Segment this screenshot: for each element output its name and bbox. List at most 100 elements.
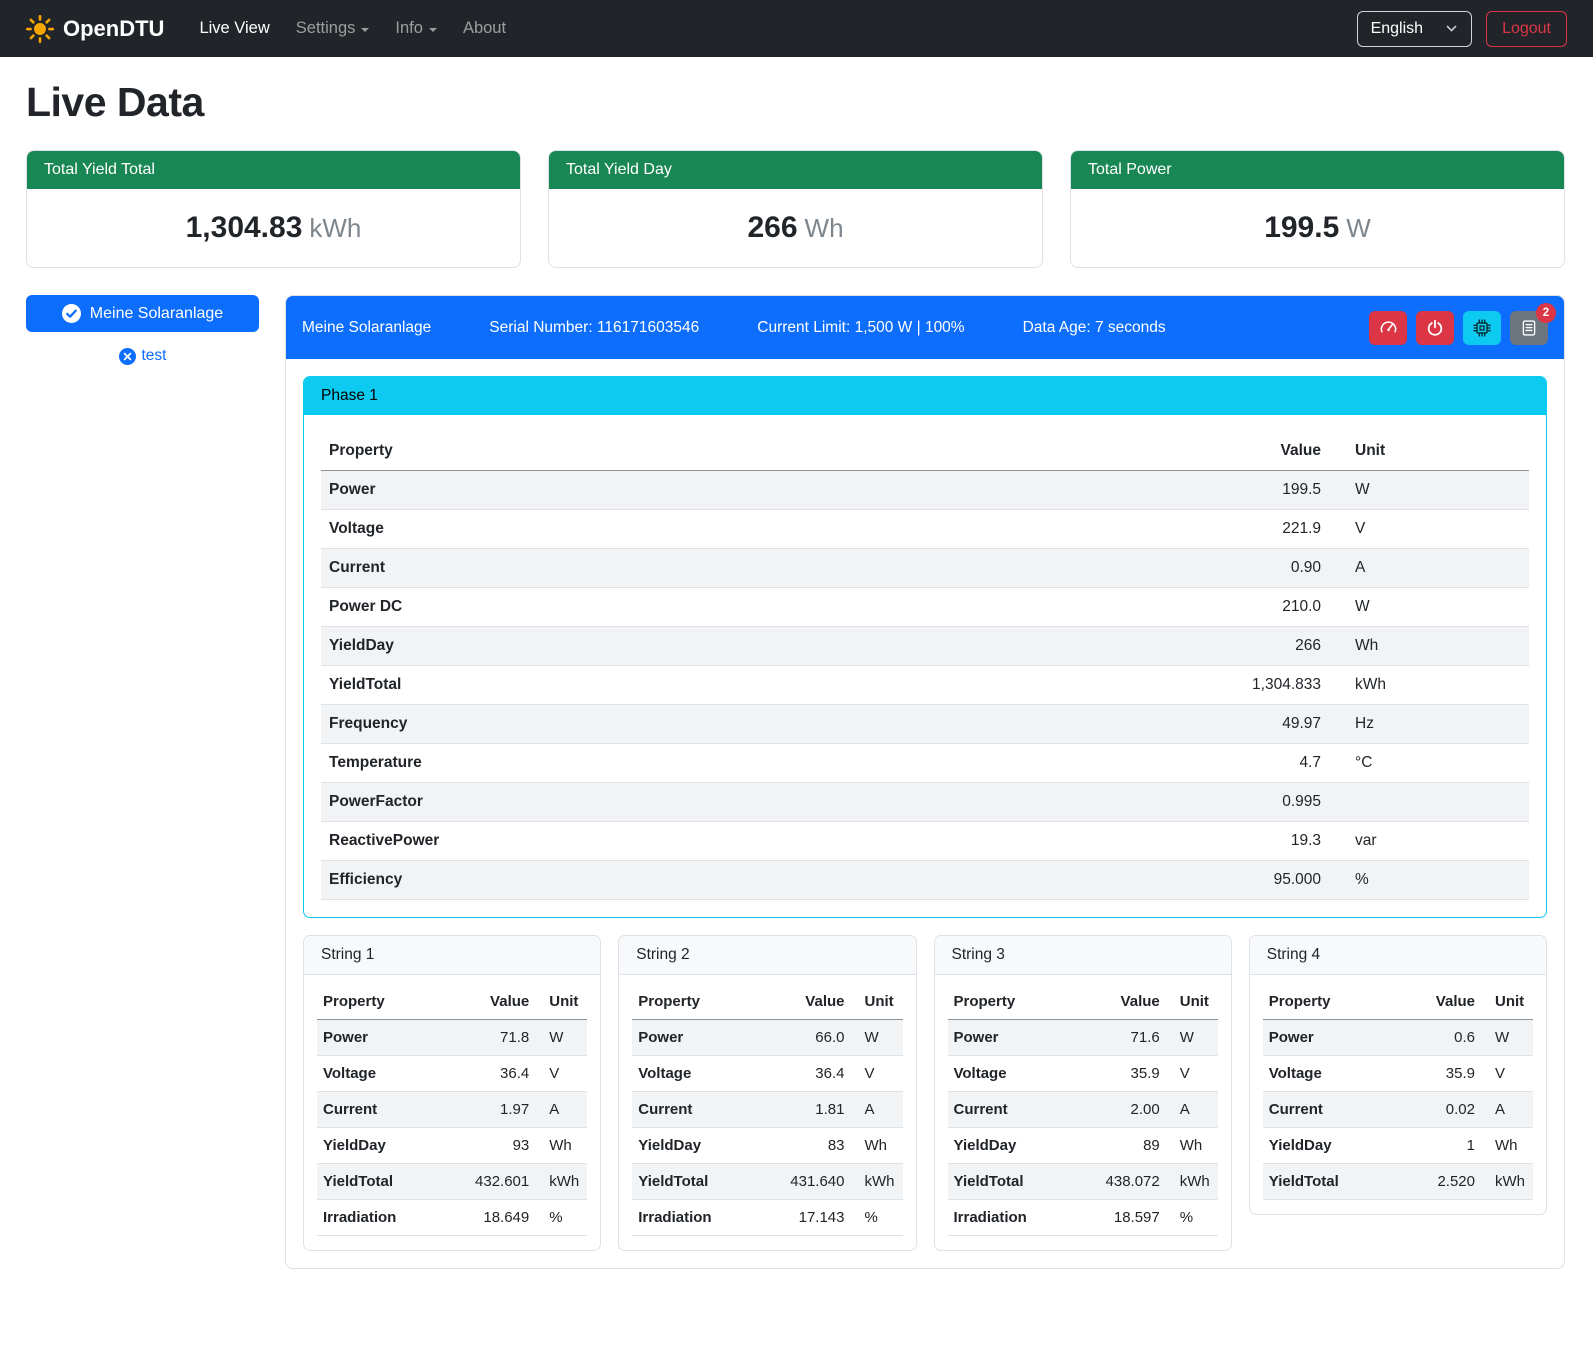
column-header-value: Value — [449, 984, 535, 1020]
table-row: YieldTotal432.601kWh — [317, 1164, 587, 1200]
unit-cell: A — [1166, 1092, 1218, 1128]
cpu-icon — [1473, 319, 1491, 337]
event-log-button[interactable]: 2 — [1510, 311, 1548, 345]
property-cell: YieldDay — [317, 1128, 449, 1164]
card-unit: W — [1346, 213, 1371, 243]
string-title: String 1 — [304, 936, 600, 975]
x-circle-icon — [119, 348, 136, 365]
table-row: Current1.97A — [317, 1092, 587, 1128]
table-row: YieldTotal1,304.833kWh — [321, 666, 1529, 705]
card-total-power: Total Power 199.5W — [1070, 150, 1565, 268]
caret-down-icon — [429, 28, 437, 32]
column-header-unit: Unit — [1481, 984, 1533, 1020]
property-cell: YieldDay — [632, 1128, 764, 1164]
language-select[interactable]: English — [1357, 11, 1472, 47]
unit-cell: Hz — [1329, 705, 1529, 744]
property-cell: Voltage — [1263, 1056, 1395, 1092]
value-cell: 1.97 — [449, 1092, 535, 1128]
inverter-panel-header: Meine Solaranlage Serial Number: 1161716… — [286, 296, 1564, 359]
nav-item-settings[interactable]: Settings — [283, 11, 383, 46]
string-4-table: Property Value Unit Power0.6WVoltage35.9… — [1263, 984, 1533, 1200]
unit-cell: kWh — [535, 1164, 587, 1200]
phase-1-card: Phase 1 Property Value Unit Power199.5WV… — [303, 376, 1547, 918]
summary-cards: Total Yield Total 1,304.83kWh Total Yiel… — [26, 150, 1565, 268]
inverter-name: Meine Solaranlage — [302, 319, 431, 337]
nav-item-about[interactable]: About — [450, 11, 519, 46]
unit-cell: W — [1481, 1020, 1533, 1056]
value-cell: 432.601 — [449, 1164, 535, 1200]
table-row: PowerFactor0.995 — [321, 783, 1529, 822]
column-header-unit: Unit — [851, 984, 903, 1020]
table-row: Power71.8W — [317, 1020, 587, 1056]
property-cell: Efficiency — [321, 861, 1189, 900]
table-row: ReactivePower19.3var — [321, 822, 1529, 861]
test-label: test — [142, 347, 167, 365]
property-cell: Current — [317, 1092, 449, 1128]
column-header-property: Property — [321, 432, 1189, 471]
device-info-button[interactable] — [1463, 311, 1501, 345]
table-row: Irradiation17.143% — [632, 1200, 902, 1236]
table-row: YieldDay93Wh — [317, 1128, 587, 1164]
unit-cell: kWh — [1329, 666, 1529, 705]
unit-cell: % — [851, 1200, 903, 1236]
unit-cell: % — [1166, 1200, 1218, 1236]
unit-cell: var — [1329, 822, 1529, 861]
unit-cell: W — [1329, 588, 1529, 627]
unit-cell: Wh — [851, 1128, 903, 1164]
string-2-table: Property Value Unit Power66.0WVoltage36.… — [632, 984, 902, 1236]
unit-cell: Wh — [1481, 1128, 1533, 1164]
value-cell: 0.6 — [1395, 1020, 1481, 1056]
unit-cell: V — [851, 1056, 903, 1092]
table-row: Voltage36.4V — [317, 1056, 587, 1092]
event-count-badge: 2 — [1536, 303, 1556, 323]
property-cell: YieldTotal — [317, 1164, 449, 1200]
unit-cell: W — [851, 1020, 903, 1056]
unit-cell: A — [1481, 1092, 1533, 1128]
property-cell: YieldDay — [1263, 1128, 1395, 1164]
unit-cell: Wh — [535, 1128, 587, 1164]
unit-cell: °C — [1329, 744, 1529, 783]
table-row: YieldDay89Wh — [948, 1128, 1218, 1164]
card-title: Total Yield Day — [549, 151, 1042, 189]
card-value: 1,304.83 — [186, 211, 303, 244]
string-3-card: String 3 Property Value Unit — [934, 935, 1232, 1251]
column-header-value: Value — [1080, 984, 1166, 1020]
sidebar-item-test[interactable]: test — [26, 347, 259, 365]
table-row: Current0.02A — [1263, 1092, 1533, 1128]
property-cell: YieldDay — [948, 1128, 1080, 1164]
unit-cell: kWh — [1166, 1164, 1218, 1200]
column-header-property: Property — [1263, 984, 1395, 1020]
nav-item-live-view[interactable]: Live View — [186, 11, 282, 46]
value-cell: 1 — [1395, 1128, 1481, 1164]
string-title: String 2 — [619, 936, 915, 975]
power-button[interactable] — [1416, 311, 1454, 345]
value-cell: 210.0 — [1189, 588, 1329, 627]
property-cell: Current — [948, 1092, 1080, 1128]
panel-actions: 2 — [1369, 311, 1548, 345]
property-cell: ReactivePower — [321, 822, 1189, 861]
table-row: Irradiation18.649% — [317, 1200, 587, 1236]
current-limit: Current Limit: 1,500 W | 100% — [757, 319, 964, 337]
unit-cell: % — [535, 1200, 587, 1236]
logout-button[interactable]: Logout — [1486, 11, 1567, 47]
string-title: String 4 — [1250, 936, 1546, 975]
column-header-value: Value — [1189, 432, 1329, 471]
limit-settings-button[interactable] — [1369, 311, 1407, 345]
phase-title: Phase 1 — [304, 377, 1546, 415]
inverter-select-button[interactable]: Meine Solaranlage — [26, 295, 259, 332]
unit-cell: A — [535, 1092, 587, 1128]
unit-cell: W — [1166, 1020, 1218, 1056]
property-cell: Power — [1263, 1020, 1395, 1056]
serial-number: Serial Number: 116171603546 — [489, 319, 699, 337]
strings-row: String 1 Property Value Unit — [303, 935, 1547, 1251]
brand[interactable]: OpenDTU — [26, 15, 164, 43]
table-row: Irradiation18.597% — [948, 1200, 1218, 1236]
table-header-row: Property Value Unit — [948, 984, 1218, 1020]
unit-cell — [1329, 783, 1529, 822]
property-cell: Voltage — [948, 1056, 1080, 1092]
nav-item-label: About — [463, 19, 506, 38]
value-cell: 4.7 — [1189, 744, 1329, 783]
table-row: Efficiency95.000% — [321, 861, 1529, 900]
nav-item-info[interactable]: Info — [382, 11, 450, 46]
property-cell: Current — [632, 1092, 764, 1128]
